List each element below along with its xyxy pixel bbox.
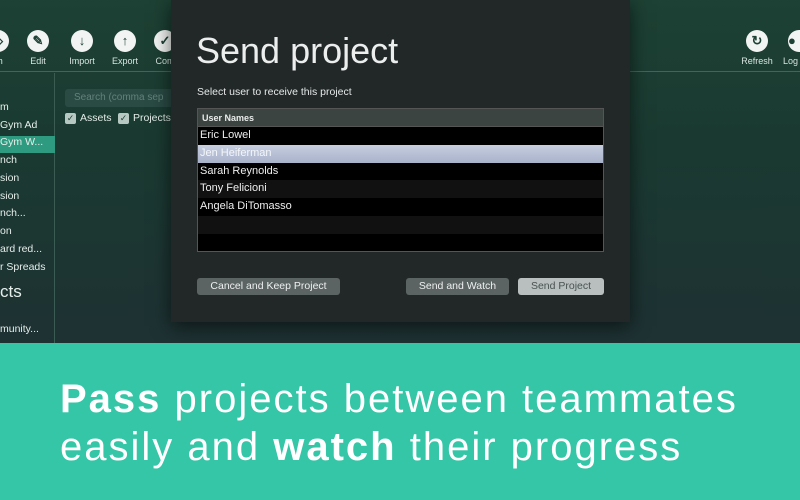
app-window: ◇ch ✎Edit ↓Import ↑Export ✓Com ↻Refresh …: [0, 0, 800, 343]
sidebar-item[interactable]: Gym Ad: [0, 119, 55, 136]
send-and-watch-button[interactable]: Send and Watch: [406, 278, 509, 295]
user-row-selected[interactable]: Jen Heiferman: [198, 144, 603, 163]
user-row[interactable]: Angela DiTomasso: [198, 198, 603, 216]
sidebar-item[interactable]: on: [0, 225, 55, 242]
user-icon: ●: [788, 30, 800, 52]
sidebar-item[interactable]: sion: [0, 190, 55, 207]
edit-icon: ✎: [27, 30, 49, 52]
search-input[interactable]: Search (comma sep: [65, 89, 175, 107]
sidebar-item[interactable]: ard red...: [0, 243, 55, 260]
user-list: User Names Eric Lowel Jen Heiferman Sara…: [197, 108, 604, 252]
empty-row: [198, 234, 603, 252]
sidebar-item[interactable]: r Spreads: [0, 261, 55, 278]
assets-checkbox[interactable]: ✓ Assets: [65, 112, 112, 124]
user-row[interactable]: Tony Felicioni: [198, 180, 603, 199]
export-icon: ↑: [114, 30, 136, 52]
refresh-icon: ↻: [746, 30, 768, 52]
toolbar-refresh-button[interactable]: ↻ Refresh: [727, 30, 787, 66]
send-project-dialog: Send project Select user to receive this…: [171, 0, 630, 322]
promo-banner: Pass projects between teammates easily a…: [0, 343, 800, 500]
projects-checkbox[interactable]: ✓ Projects: [118, 112, 171, 124]
user-row[interactable]: Sarah Reynolds: [198, 163, 603, 181]
checkmark-icon: ✓: [65, 112, 76, 124]
sidebar-item-selected[interactable]: Gym W...: [0, 136, 55, 153]
empty-row: [198, 215, 603, 234]
checkmark-icon: ✓: [118, 112, 129, 124]
sidebar-item[interactable]: munity...: [0, 323, 55, 340]
dialog-title: Send project: [196, 30, 399, 71]
sidebar-item[interactable]: nch: [0, 154, 55, 171]
sidebar-item[interactable]: m: [0, 101, 55, 118]
import-icon: ↓: [71, 30, 93, 52]
column-header[interactable]: User Names: [198, 109, 603, 127]
cancel-and-keep-button[interactable]: Cancel and Keep Project: [197, 278, 340, 295]
user-row[interactable]: Eric Lowel: [198, 127, 603, 145]
send-project-button[interactable]: Send Project: [518, 278, 604, 295]
dialog-label: Select user to receive this project: [197, 86, 352, 98]
banner-line-2: easily and watch their progress: [60, 425, 683, 469]
sidebar-item[interactable]: sion: [0, 172, 55, 189]
sidebar-section-heading: cts: [0, 282, 22, 301]
sidebar-item[interactable]: nch...: [0, 207, 55, 224]
banner-line-1: Pass projects between teammates: [60, 377, 738, 421]
toolbar-logout-button[interactable]: ● Log: [783, 30, 800, 66]
